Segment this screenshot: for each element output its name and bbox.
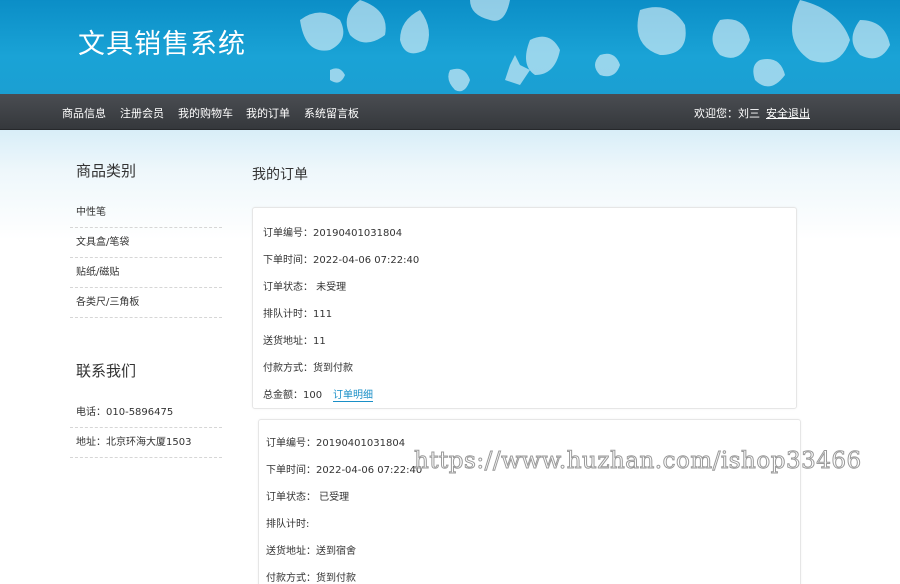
order-number: 订单编号：20190401031804 [266,438,406,449]
welcome-text: 欢迎您：刘三 [694,107,760,120]
contact-heading: 联系我们 [76,362,137,380]
order-detail-link[interactable]: 订单明细 [333,386,373,402]
page-title: 我的订单 [252,167,308,183]
category-link-pencil-case[interactable]: 文具盒/笔袋 [70,228,222,258]
order-payment: 付款方式：货到付款 [263,363,353,374]
category-link-stickers[interactable]: 贴纸/磁贴 [70,258,222,288]
order-time: 下单时间：2022-04-06 07:22:40 [263,255,420,266]
contact-address: 地址：北京环海大厦1503 [70,428,222,458]
order-total: 总金额：100 [263,390,323,401]
order-number: 订单编号：20190401031804 [263,228,403,239]
nav-register[interactable]: 注册会员 [120,105,164,121]
nav-my-orders[interactable]: 我的订单 [246,105,290,121]
nav-message-board[interactable]: 系统留言板 [304,105,359,121]
order-queue: 排队计时：111 [263,309,333,320]
site-title: 文具销售系统 [78,29,246,60]
order-address: 送货地址：11 [263,336,326,347]
nav-cart[interactable]: 我的购物车 [178,105,233,121]
order-address: 送货地址：送到宿舍 [266,546,356,557]
sidebar: 商品类别 中性笔 文具盒/笔袋 贴纸/磁贴 各类尺/三角板 联系我们 电话：01… [70,160,222,458]
watermark: https://www.huzhan.com/ishop33466 [414,448,862,475]
category-link-gel-pen[interactable]: 中性笔 [70,198,222,228]
category-link-rulers[interactable]: 各类尺/三角板 [70,288,222,318]
category-heading: 商品类别 [76,162,137,180]
order-status: 订单状态： 已受理 [266,492,350,503]
order-card: 订单编号：20190401031804 下单时间：2022-04-06 07:2… [258,419,801,584]
top-nav: 商品信息 注册会员 我的购物车 我的订单 系统留言板 欢迎您：刘三 安全退出 [0,94,900,130]
order-status: 订单状态： 未受理 [263,282,347,293]
logout-link[interactable]: 安全退出 [766,105,810,121]
order-queue: 排队计时: [266,519,310,530]
order-payment: 付款方式：货到付款 [266,573,356,584]
order-card: 订单编号：20190401031804 下单时间：2022-04-06 07:2… [252,207,797,409]
nav-goods-info[interactable]: 商品信息 [62,105,106,121]
header-banner: 文具销售系统 [0,0,900,94]
contact-phone: 电话：010-5896475 [70,398,222,428]
order-time: 下单时间：2022-04-06 07:22:40 [266,465,423,476]
